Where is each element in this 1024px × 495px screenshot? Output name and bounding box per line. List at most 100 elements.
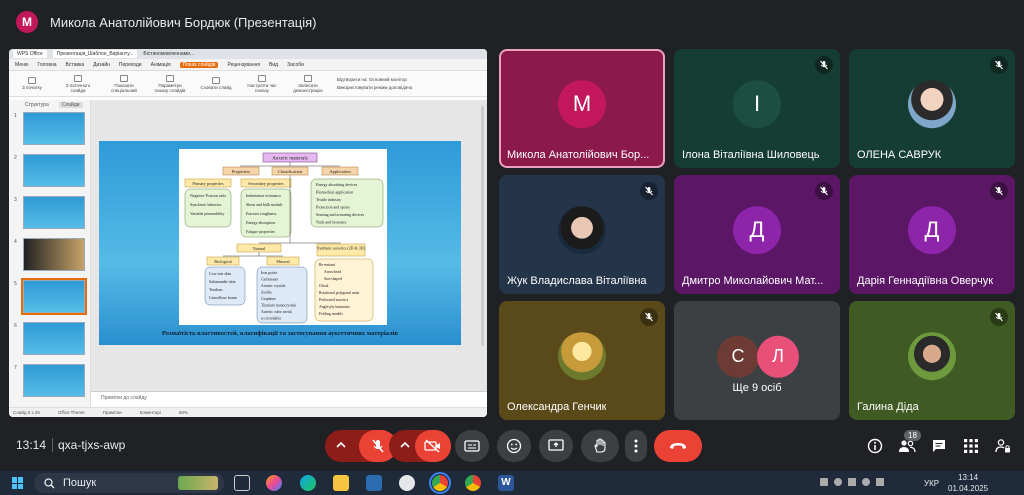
tray-icon[interactable] xyxy=(834,478,842,486)
chevron-up-icon[interactable] xyxy=(399,438,411,456)
menu-item[interactable]: Меню xyxy=(15,62,29,68)
app-icon[interactable] xyxy=(399,475,415,491)
svg-text:Auxetic cubic metal: Auxetic cubic metal xyxy=(261,310,292,314)
svg-text:Folding models: Folding models xyxy=(319,312,343,316)
windows-start-icon[interactable] xyxy=(12,477,24,489)
chrome-icon[interactable] xyxy=(465,475,481,491)
custom-show-icon xyxy=(120,74,128,82)
participant-tile[interactable]: Олександра Генчик xyxy=(499,301,665,420)
svg-text:Zeolite: Zeolite xyxy=(261,291,272,295)
monitor-select[interactable]: Відтворити на: Основний монітор xyxy=(337,77,412,82)
participant-tile[interactable]: І Ілона Віталіївна Шиловець xyxy=(674,49,840,168)
participant-tile[interactable]: Жук Владислава Віталіївна xyxy=(499,175,665,294)
present-button[interactable] xyxy=(539,430,573,462)
mic-off-icon xyxy=(372,439,384,453)
store-icon[interactable] xyxy=(366,475,382,491)
current-slide[interactable]: .t { font-family: "Liberation Serif", se… xyxy=(99,141,461,345)
menu-item[interactable]: Головна xyxy=(38,62,57,68)
tray-icon[interactable] xyxy=(848,478,856,486)
zoom-level[interactable]: 68% xyxy=(179,410,188,415)
menu-item[interactable]: Дизайн xyxy=(93,62,110,68)
tab-slides[interactable]: Слайди xyxy=(58,102,83,108)
svg-text:Shear and bulk moduli: Shear and bulk moduli xyxy=(246,202,283,207)
slide-thumbnail[interactable]: 6 xyxy=(14,322,85,355)
participant-tile[interactable]: С Л Ще 9 осіб xyxy=(674,301,840,420)
comments-toggle[interactable]: Коментарі xyxy=(140,410,161,415)
meeting-info-button[interactable] xyxy=(866,437,884,455)
mic-off-icon xyxy=(640,182,658,200)
taskbar-search[interactable]: Пошук xyxy=(34,473,224,493)
svg-text:Mineral: Mineral xyxy=(276,259,290,264)
ribbon-button[interactable]: Показати спеціальний xyxy=(107,74,141,93)
word-icon[interactable]: W xyxy=(498,475,514,491)
ribbon-button[interactable]: З поточного слайда xyxy=(61,74,95,93)
participant-name: Дмитро Миколайович Мат... xyxy=(682,275,824,287)
menu-item[interactable]: Переходи xyxy=(119,62,142,68)
chat-button[interactable] xyxy=(930,437,948,455)
participant-tile[interactable]: ОЛЕНА САВРУК xyxy=(849,49,1015,168)
presenter-view-checkbox[interactable]: Використовувати режим доповідача xyxy=(337,85,412,90)
file-explorer-icon[interactable] xyxy=(333,475,349,491)
camera-off-button[interactable] xyxy=(415,430,451,462)
svg-text:Energy absorbing devices: Energy absorbing devices xyxy=(316,182,358,187)
activities-button[interactable] xyxy=(962,437,980,455)
mic-off-icon xyxy=(815,182,833,200)
edge-icon[interactable] xyxy=(300,475,316,491)
menu-item[interactable]: Рецензування xyxy=(227,62,260,68)
slide-thumbnail[interactable]: 1 xyxy=(14,112,85,145)
menu-item[interactable]: Анімація xyxy=(151,62,171,68)
vertical-scrollbar[interactable] xyxy=(481,106,484,346)
captions-button[interactable] xyxy=(455,430,489,462)
people-button[interactable]: 18 xyxy=(898,430,921,455)
task-view-icon[interactable] xyxy=(234,475,250,491)
tab-outline[interactable]: Структура xyxy=(25,102,49,108)
system-tray-icons[interactable] xyxy=(820,475,920,489)
ribbon-button[interactable]: Параметри показу слайдів xyxy=(153,74,187,93)
taskbar-time[interactable]: 13:14 xyxy=(958,473,978,482)
chrome-icon[interactable] xyxy=(429,472,451,494)
ribbon-button[interactable]: Сховати слайд xyxy=(199,77,233,90)
ppt-menu-bar: Меню Головна Вставка Дизайн Переходи Ані… xyxy=(9,59,487,71)
meeting-code[interactable]: qxa-tjxs-awp xyxy=(58,438,125,452)
ribbon-button[interactable]: Настроїти час показу xyxy=(245,74,279,93)
apps-grid-icon xyxy=(964,439,978,453)
menu-item-active[interactable]: Показ слайдів xyxy=(179,61,219,68)
slide-thumbnail[interactable]: 7 xyxy=(14,364,85,397)
raise-hand-button[interactable] xyxy=(581,430,619,462)
menu-item[interactable]: Вид xyxy=(269,62,278,68)
participant-tile[interactable]: Галина Діда xyxy=(849,301,1015,420)
wifi-icon[interactable] xyxy=(862,478,870,486)
notes-toggle[interactable]: Примітки xyxy=(103,410,122,415)
ribbon-button[interactable]: Записати демонстрацію xyxy=(291,74,325,93)
branch-classification: Classification xyxy=(278,169,303,174)
app-tab[interactable]: Презентація_Шаблон_Варіанту... xyxy=(52,50,138,58)
participant-tile[interactable]: Д Дарія Геннадіївна Оверчук xyxy=(849,175,1015,294)
ribbon-button[interactable]: З початку xyxy=(15,77,49,90)
slide-notes[interactable]: Примітки до слайду xyxy=(91,391,487,407)
more-options-button[interactable] xyxy=(625,430,647,462)
slide-thumbnail[interactable]: 3 xyxy=(14,196,85,229)
app-tab[interactable]: WPS Office xyxy=(13,50,47,58)
slide-thumbnail[interactable]: 2 xyxy=(14,154,85,187)
slide-thumbnail[interactable]: 4 xyxy=(14,238,85,271)
participant-name: Олександра Генчик xyxy=(507,401,607,413)
participants-count-badge: 18 xyxy=(904,430,921,441)
participant-avatar: С xyxy=(717,335,759,378)
participant-tile[interactable]: М Микола Анатолійович Бор... xyxy=(499,49,665,168)
chevron-up-icon[interactable] xyxy=(335,438,347,456)
participant-tile[interactable]: Д Дмитро Миколайович Мат... xyxy=(674,175,840,294)
app-tab[interactable]: Бістиномовленнами... xyxy=(143,51,194,57)
volume-icon[interactable] xyxy=(876,478,884,486)
slide-thumbnail-selected[interactable]: 5 xyxy=(14,278,87,315)
reactions-button[interactable] xyxy=(497,430,531,462)
taskbar-date[interactable]: 01.04.2025 xyxy=(948,484,988,493)
participant-avatar: Л xyxy=(757,335,799,378)
menu-item[interactable]: Вставка xyxy=(66,62,85,68)
tray-icon[interactable] xyxy=(820,478,828,486)
copilot-icon[interactable] xyxy=(266,475,282,491)
shared-screen[interactable]: WPS Office Презентація_Шаблон_Варіанту..… xyxy=(9,49,487,417)
language-indicator[interactable]: УКР xyxy=(924,479,939,488)
leave-call-button[interactable] xyxy=(654,430,702,462)
host-controls-button[interactable] xyxy=(994,437,1012,455)
menu-item[interactable]: Засоби xyxy=(287,62,304,68)
